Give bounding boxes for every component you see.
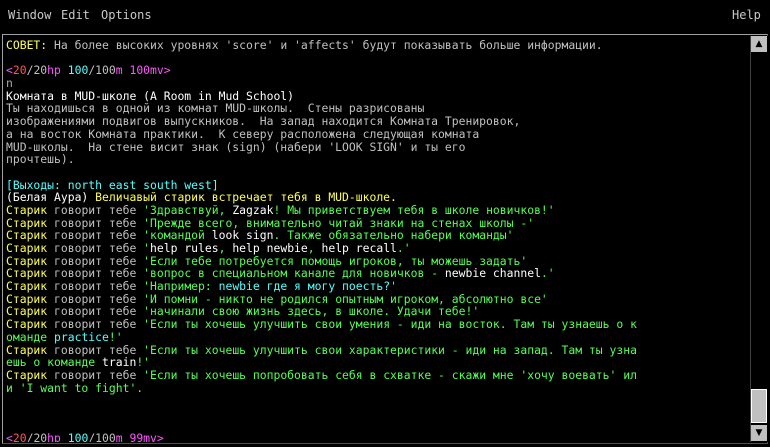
scroll-down-button[interactable]: ▼ <box>751 425 767 441</box>
terminal-text: hp <box>47 63 68 78</box>
terminal-text: прочтешь). <box>6 152 75 167</box>
terminal-line: <20/20hp 100/100m 100mv> <box>6 64 744 77</box>
terminal-line: MUD-школы. На стене висит знак (sign) (н… <box>6 139 744 154</box>
terminal-line: <20/20hp 100/100m 99mv> <box>6 432 744 442</box>
terminal-text: 20 <box>12 63 27 78</box>
terminal-text: .' <box>540 266 555 281</box>
menu-bar: Window Edit Options Help <box>0 0 770 30</box>
menu-options[interactable]: Options <box>101 8 152 22</box>
terminal-text: 'Если ты хочешь улучшить свои умения - и… <box>143 317 637 332</box>
terminal-text: На более высоких уровнях 'score' и 'affe… <box>47 39 603 52</box>
scrollbar-thumb[interactable] <box>751 389 767 423</box>
terminal-line: прочтешь). <box>6 153 744 166</box>
terminal-text: MUD-школы. На стене висит знак (sign) (н… <box>6 139 466 154</box>
terminal-text: m <box>115 431 130 442</box>
triangle-down-icon: ▼ <box>755 428 763 438</box>
triangle-up-icon: ▲ <box>755 39 763 49</box>
menu-window[interactable]: Window <box>8 8 51 22</box>
terminal-text: hp <box>47 431 68 442</box>
terminal-output[interactable]: СОВЕТ: На более высоких уровнях 'score' … <box>6 39 744 442</box>
terminal-text: 100 <box>95 431 116 442</box>
terminal-text: 99mv <box>129 431 157 442</box>
terminal-text: 20 <box>33 63 48 78</box>
terminal-text: m <box>115 63 130 78</box>
terminal-text: 'Если ты хочешь попробовать себя в схват… <box>143 367 637 382</box>
terminal-text: 100 <box>95 63 116 78</box>
menu-edit[interactable]: Edit <box>61 8 90 22</box>
terminal-text: 20 <box>12 431 27 442</box>
terminal-text: < <box>6 431 13 442</box>
terminal-text: 'Если ты хочешь улучшить свои характерис… <box>143 342 637 357</box>
terminal-text: > <box>163 63 171 78</box>
menu-help[interactable]: Help <box>732 8 761 22</box>
terminal-text: newbie channel <box>444 266 541 281</box>
terminal-text: и 'I want to fight'. <box>6 380 144 395</box>
terminal-text: 100mv <box>129 63 164 78</box>
terminal-text: СОВЕТ: <box>6 39 48 52</box>
vertical-scrollbar[interactable]: ▲ ▼ <box>750 36 768 442</box>
terminal-text: 100 <box>67 63 89 78</box>
terminal-text: 100 <box>67 431 89 442</box>
terminal-line: СОВЕТ: На более высоких уровнях 'score' … <box>6 39 744 52</box>
scroll-up-button[interactable]: ▲ <box>751 36 767 52</box>
terminal-text: > <box>156 431 164 442</box>
terminal-text: 20 <box>33 431 48 442</box>
terminal-line: и 'I want to fight'. <box>6 380 744 395</box>
